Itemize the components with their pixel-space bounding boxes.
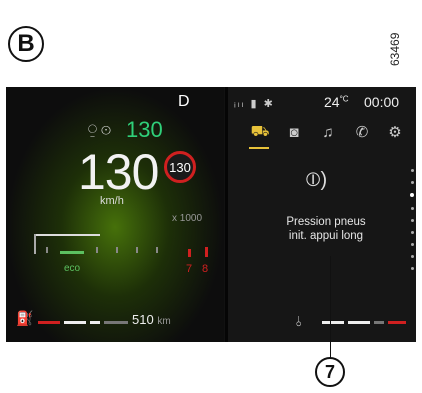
redline-tick xyxy=(205,247,208,257)
rpm-label-7: 7 xyxy=(186,263,193,275)
tab-settings[interactable]: ⚙ xyxy=(383,121,407,143)
rpm-label-8: 8 xyxy=(202,263,209,275)
battery-icon: ▮ xyxy=(250,98,259,110)
coolant-level-segment xyxy=(348,321,370,324)
figure-reference-code: 63469 xyxy=(388,32,402,66)
music-icon: ♫ xyxy=(322,123,334,141)
message-line-2: init. appui long xyxy=(288,230,364,242)
cruise-speed: 130 xyxy=(126,117,163,142)
page-scroll-indicator[interactable] xyxy=(410,169,416,270)
coolant-level-segment xyxy=(322,321,344,324)
coolant-temperature-icon: ⫰ xyxy=(296,313,303,329)
gear-indicator: D xyxy=(178,93,190,110)
rpm-gauge-edge xyxy=(34,234,36,254)
active-tab-indicator xyxy=(249,147,269,149)
rpm-multiplier: x 1000 xyxy=(172,213,203,224)
fuel-level-segment xyxy=(90,321,100,324)
fuel-range-value: 510 xyxy=(132,312,154,327)
phone-icon: ✆ xyxy=(355,124,369,141)
eco-zone-bar xyxy=(60,251,84,254)
clock: 00:00 xyxy=(364,94,400,110)
tab-phone[interactable]: ✆ xyxy=(350,121,374,143)
car-icon: ⛟ xyxy=(250,122,270,140)
rpm-gauge-top xyxy=(34,234,100,236)
message-line-1: Pression pneus xyxy=(286,216,366,228)
figure-label: B xyxy=(8,26,44,62)
redline-tick xyxy=(188,249,191,257)
current-speed: 130 xyxy=(78,144,159,200)
bluetooth-icon: ✱ xyxy=(263,98,275,110)
callout-leader-line xyxy=(330,256,331,358)
tyre-pressure-icon: ⦶) xyxy=(306,169,328,191)
coolant-level-segment xyxy=(374,321,384,324)
eco-label: eco xyxy=(64,263,81,274)
outside-temperature: 24°C xyxy=(324,94,349,110)
instrument-cluster-screen: D ⍜ ⊙ 130 130 130 km/h x 1000 eco 7 8 ⛽ … xyxy=(6,87,416,342)
fuel-pump-icon: ⛽ xyxy=(16,310,34,326)
fuel-level-segment xyxy=(64,321,86,324)
speed-limit-sign: 130 xyxy=(164,151,196,183)
status-icons: ᵢₗₗ ▮ ✱ xyxy=(234,97,275,110)
fuel-level-segment xyxy=(38,321,60,324)
speed-unit: km/h xyxy=(100,195,124,207)
tyre-pressure-message[interactable]: Pression pneus init. appui long xyxy=(246,215,406,243)
cruise-control-icon: ⍜ ⊙ xyxy=(88,121,111,138)
callout-marker: 7 xyxy=(315,357,345,387)
coolant-level-segment xyxy=(388,321,406,324)
fuel-range-unit: km xyxy=(157,316,171,327)
fuel-level-segment xyxy=(104,321,128,324)
tab-camera[interactable]: ◙ xyxy=(282,121,306,143)
settings-icon: ⚙ xyxy=(388,124,402,141)
fuel-range: 510 km xyxy=(132,312,171,327)
tab-music[interactable]: ♫ xyxy=(316,121,340,143)
camera-icon: ◙ xyxy=(289,123,299,141)
driving-panel: D ⍜ ⊙ 130 130 130 km/h x 1000 eco 7 8 ⛽ … xyxy=(6,87,224,342)
signal-icon: ᵢₗₗ xyxy=(234,98,246,110)
tab-car[interactable]: ⛟ xyxy=(248,121,272,143)
